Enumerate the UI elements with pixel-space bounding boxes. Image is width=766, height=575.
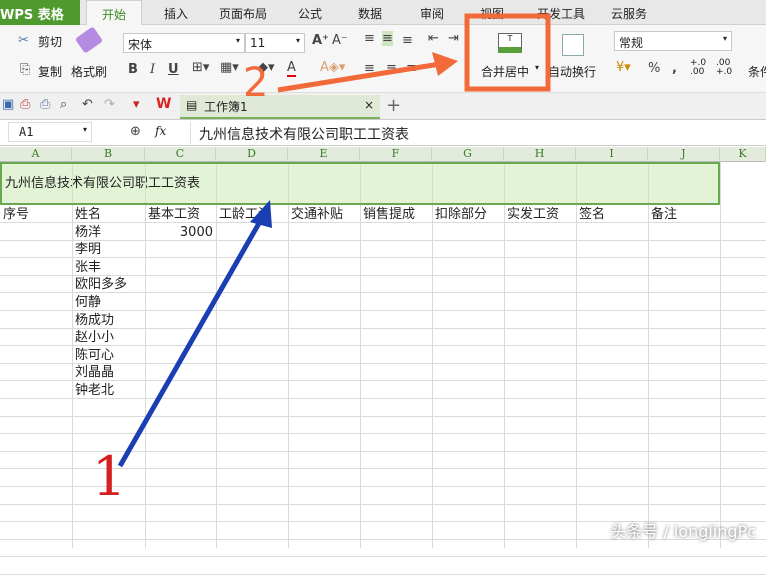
blue-arrow — [117, 216, 265, 468]
grid-line — [0, 556, 766, 558]
step-2-label: 2 — [243, 60, 269, 106]
orange-arrowhead — [432, 52, 458, 76]
watermark: 头条号 / longlingPc — [610, 522, 756, 541]
highlight-box — [464, 13, 551, 92]
orange-arrow — [277, 61, 441, 93]
blue-arrowhead — [250, 200, 272, 228]
step-1-label: 1 — [92, 445, 127, 508]
